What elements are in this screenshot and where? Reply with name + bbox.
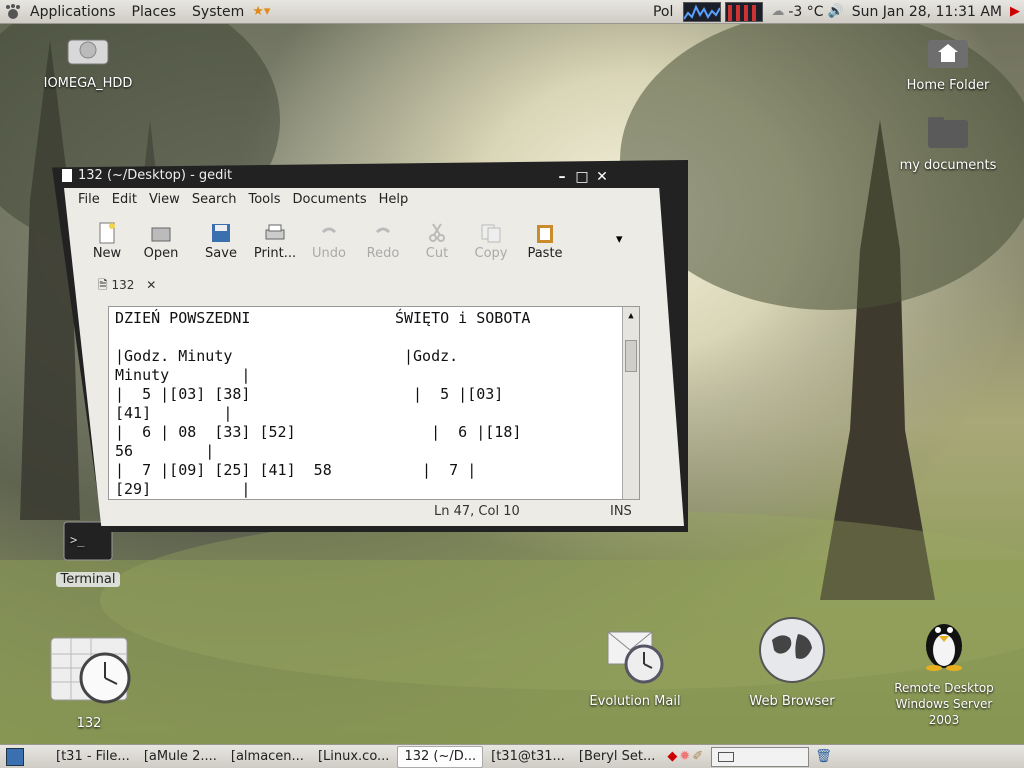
task-terminal[interactable]: [t31@t31... [485,747,571,767]
desktop-icon-label: my documents [899,158,997,173]
task-amule[interactable]: [aMule 2.... [138,747,223,767]
undo-icon [321,227,337,234]
redo-button[interactable]: Redo [360,222,406,261]
open-button[interactable]: Open [138,222,184,261]
desktop-icon-mydocs[interactable]: my documents [894,114,1002,173]
weather-icon: ☁ [771,4,785,19]
system-menu[interactable]: System [184,4,252,20]
tux-penguin-icon [926,624,962,671]
task-beryl[interactable]: [Beryl Set... [573,747,662,767]
print-button[interactable]: Print... [252,222,298,261]
window-titlebar[interactable]: 132 (~/Desktop) - gedit – □ ✕ [56,164,642,188]
mail-clock-icon [607,631,664,684]
desktop-icon-rdp[interactable]: Remote Desktop Windows Server 2003 [880,614,1008,728]
window-body: File Edit View Search Tools Documents He… [64,188,684,526]
toolbar: New Open Save Print... Undo Redo Cut Cop… [84,222,623,261]
task-almacen[interactable]: [almacen... [225,747,310,767]
tab-label: 132 [111,278,135,292]
save-button[interactable]: Save [198,222,244,261]
volume-icon[interactable]: 🔊 [828,4,844,19]
trash-icon[interactable]: 🗑 [815,749,832,764]
paste-button[interactable]: Paste [522,222,568,261]
sun-icon[interactable]: ✹ [679,749,690,764]
undo-button[interactable]: Undo [306,222,352,261]
copy-button[interactable]: Copy [468,222,514,261]
desktop-icon-label: Remote Desktop Windows Server 2003 [894,681,994,727]
desktop-icon-browser[interactable]: Web Browser [746,614,838,709]
text-editor[interactable]: DZIEŃ POWSZEDNI ŚWIĘTO i SOBOTA |Godz. M… [108,306,640,500]
gnome-foot-icon [6,3,20,19]
cursor-position: Ln 47, Col 10 [434,504,520,519]
window-title: 132 (~/Desktop) - gedit [78,168,233,183]
places-menu[interactable]: Places [124,4,185,20]
globe-icon [759,617,825,683]
document-icon [62,169,72,182]
printer-icon [265,224,285,240]
menubar: File Edit View Search Tools Documents He… [78,192,408,207]
launcher-icon[interactable]: ★▾ [252,4,270,19]
tab-close-icon[interactable]: ✕ [146,278,156,292]
svg-text:>_: >_ [70,533,85,547]
clipboard-icon [537,225,553,243]
keyboard-layout-indicator[interactable]: Pol [645,4,681,20]
open-folder-icon [151,227,171,242]
menu-edit[interactable]: Edit [112,192,137,207]
menu-search[interactable]: Search [192,192,237,207]
logout-icon[interactable]: ▶ [1010,4,1020,19]
folder-icon [928,117,968,148]
redo-icon [375,227,391,234]
desktop-icon-calendar[interactable]: 132 [44,634,134,731]
editor-content: DZIEŃ POWSZEDNI ŚWIĘTO i SOBOTA |Godz. M… [115,309,531,498]
floppy-icon [212,224,230,242]
workspace-switcher[interactable] [711,746,810,767]
task-file-manager[interactable]: [t31 - File... [50,747,136,767]
calendar-clock-icon [50,637,131,704]
weather-temperature[interactable]: -3 °C [784,4,827,20]
desktop-icon-label: Web Browser [749,694,835,709]
desktop-icon-label: Terminal [56,572,120,587]
home-folder-icon [928,40,968,68]
maximize-button[interactable]: □ [574,170,590,184]
ruby-gem-icon[interactable]: ◆ [667,749,677,764]
menu-documents[interactable]: Documents [293,192,367,207]
menu-view[interactable]: View [149,192,180,207]
minimize-button[interactable]: – [554,170,570,184]
desktop-icon-home[interactable]: Home Folder [900,34,996,93]
task-firefox[interactable]: [Linux.co... [312,747,396,767]
scroll-up-arrow[interactable]: ▲ [623,307,639,326]
new-document-icon [99,222,115,244]
network-icon[interactable]: ✐ [692,749,703,764]
desktop-icon-label: 132 [76,716,102,731]
menu-file[interactable]: File [78,192,100,207]
close-button[interactable]: ✕ [594,170,610,184]
insert-mode: INS [610,504,632,519]
vertical-scrollbar[interactable]: ▲ [622,307,639,499]
cut-button[interactable]: Cut [414,222,460,261]
desktop-icon-iomega[interactable]: IOMEGA_HDD [40,32,136,91]
task-gedit[interactable]: 132 (~/D... [397,745,484,768]
bottom-panel: [t31 - File... [aMule 2.... [almacen... … [0,744,1024,768]
top-panel: Applications Places System ★▾ Pol ☁ -3 °… [0,0,1024,24]
show-desktop-icon[interactable] [6,747,24,766]
desktop-icon-label: Evolution Mail [589,694,681,709]
desktop-icon-label: IOMEGA_HDD [43,76,133,91]
copy-icon [481,224,501,243]
document-tab[interactable]: 🗎 132 ✕ [98,276,156,297]
desktop-icon-label: Home Folder [906,78,990,93]
tab-document-icon: 🗎 [98,278,108,292]
new-button[interactable]: New [84,222,130,261]
harddrive-icon [67,39,109,65]
toolbar-overflow-arrow[interactable]: ▾ [616,232,623,261]
memory-monitor[interactable] [725,1,764,22]
scissors-icon [429,223,445,242]
scroll-thumb[interactable] [625,340,637,372]
menu-help[interactable]: Help [379,192,409,207]
desktop-icon-evolution[interactable]: Evolution Mail [584,624,686,709]
gedit-window: 132 (~/Desktop) - gedit – □ ✕ File Edit … [52,160,688,532]
applications-menu[interactable]: Applications [22,4,124,20]
cpu-monitor[interactable] [683,1,722,22]
clock[interactable]: Sun Jan 28, 11:31 AM [844,4,1010,20]
menu-tools[interactable]: Tools [248,192,280,207]
